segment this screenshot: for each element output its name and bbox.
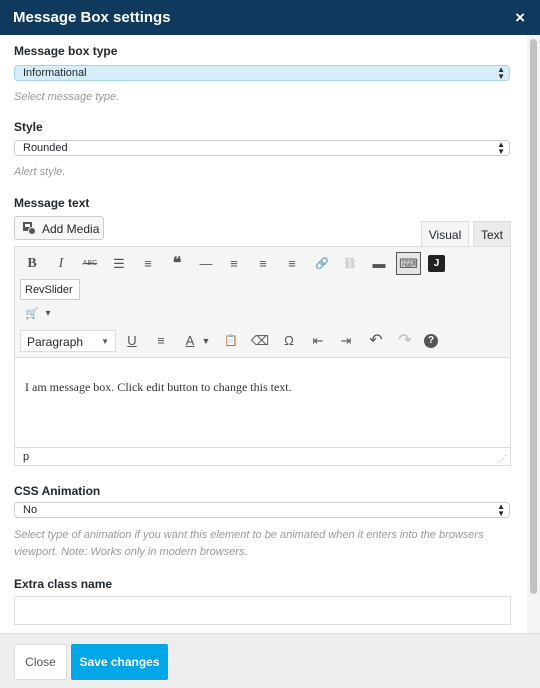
format-select[interactable]: Paragraph ▼ (20, 330, 116, 352)
read-more-icon[interactable]: ▬ (368, 253, 390, 275)
add-media-button[interactable]: Add Media (14, 216, 104, 240)
paste-text-icon[interactable]: 📋 (220, 330, 242, 352)
help-icon[interactable]: ? (424, 334, 438, 348)
tab-text-label: Text (480, 228, 503, 242)
select-arrows-icon: ▲ ▼ (497, 140, 505, 156)
chevron-down-icon: ▼ (101, 337, 109, 346)
extra-class-input[interactable] (14, 596, 511, 625)
outdent-icon[interactable]: ⇤ (307, 330, 329, 352)
align-right-icon[interactable]: ≡ (281, 253, 303, 275)
dialog-title: Message Box settings (13, 9, 171, 26)
message-text-label: Message text (14, 196, 90, 210)
editor-body-text[interactable]: I am message box. Click edit button to c… (25, 380, 292, 395)
message-box-type-label: Message box type (14, 44, 118, 58)
select-arrows-icon: ▲ ▼ (497, 65, 505, 81)
element-path[interactable]: p (23, 451, 29, 463)
underline-icon[interactable]: U (121, 330, 143, 352)
align-left-icon[interactable]: ≡ (223, 253, 245, 275)
indent-icon[interactable]: ⇥ (335, 330, 357, 352)
style-value: Rounded (23, 142, 68, 154)
message-box-type-select[interactable]: Informational ▲ ▼ (14, 65, 510, 81)
tab-text[interactable]: Text (473, 221, 511, 247)
media-icon (22, 221, 36, 238)
scrollbar-thumb[interactable] (530, 39, 537, 594)
style-select[interactable]: Rounded ▲ ▼ (14, 140, 510, 156)
tab-visual[interactable]: Visual (421, 221, 469, 247)
unlink-icon[interactable]: ⛓ (339, 253, 361, 275)
horizontal-rule-icon[interactable]: — (195, 253, 217, 275)
link-icon[interactable]: 🔗 (311, 253, 333, 275)
close-button[interactable]: Close (14, 644, 67, 680)
add-media-label: Add Media (42, 222, 100, 236)
save-changes-button[interactable]: Save changes (71, 644, 168, 680)
rich-text-editor: B I ABC ☰ ≡ ❝ — ≡ ≡ ≡ 🔗 ⛓ ▬ ⌨ J RevSlide… (14, 246, 511, 466)
format-value: Paragraph (27, 335, 84, 349)
dialog-content: Message box type Informational ▲ ▼ Select… (0, 35, 527, 633)
message-box-type-hint: Select message type. (14, 91, 120, 103)
editor-toolbar: B I ABC ☰ ≡ ❝ — ≡ ≡ ≡ 🔗 ⛓ ▬ ⌨ J RevSlide… (15, 247, 510, 358)
css-animation-label: CSS Animation (14, 484, 101, 498)
text-color-icon[interactable]: A (179, 330, 201, 352)
dialog-titlebar: Message Box settings × (0, 0, 540, 35)
numbered-list-icon[interactable]: ≡ (137, 253, 159, 275)
dialog-footer: Close Save changes (0, 633, 540, 688)
style-hint: Alert style. (14, 166, 66, 178)
special-character-icon[interactable]: Ω (278, 330, 300, 352)
clear-formatting-icon[interactable]: ⌫ (249, 330, 271, 352)
chevron-down-icon[interactable]: ▼ (199, 330, 213, 352)
cart-icon[interactable]: 🛒 (21, 303, 43, 325)
align-center-icon[interactable]: ≡ (252, 253, 274, 275)
revslider-label: RevSlider (25, 284, 73, 296)
resize-grip-icon[interactable]: ⋰ (499, 454, 507, 463)
select-arrows-icon: ▲ ▼ (497, 502, 505, 518)
blockquote-icon[interactable]: ❝ (166, 253, 188, 275)
chevron-down-icon[interactable]: ▾ (41, 303, 55, 325)
kitchen-sink-icon[interactable]: ⌨ (396, 252, 421, 275)
bullet-list-icon[interactable]: ☰ (108, 253, 130, 275)
bold-icon[interactable]: B (21, 253, 43, 275)
style-label: Style (14, 120, 43, 134)
revslider-button[interactable]: RevSlider (20, 279, 80, 300)
css-animation-hint: Select type of animation if you want thi… (14, 529, 484, 558)
undo-icon[interactable]: ↶ (365, 330, 387, 352)
scrollbar[interactable] (527, 35, 540, 633)
message-box-type-value: Informational (23, 67, 87, 79)
justify-icon[interactable]: ≡ (150, 330, 172, 352)
strikethrough-icon[interactable]: ABC (79, 253, 101, 275)
italic-icon[interactable]: I (50, 253, 72, 275)
j-shortcode-icon[interactable]: J (428, 255, 445, 272)
redo-icon[interactable]: ↷ (394, 330, 416, 352)
css-animation-select[interactable]: No ▲ ▼ (14, 502, 510, 518)
close-icon[interactable]: × (515, 8, 525, 28)
tab-visual-label: Visual (428, 228, 462, 242)
css-animation-value: No (23, 504, 38, 516)
editor-statusbar: p ⋰ (15, 447, 510, 466)
extra-class-label: Extra class name (14, 577, 113, 591)
